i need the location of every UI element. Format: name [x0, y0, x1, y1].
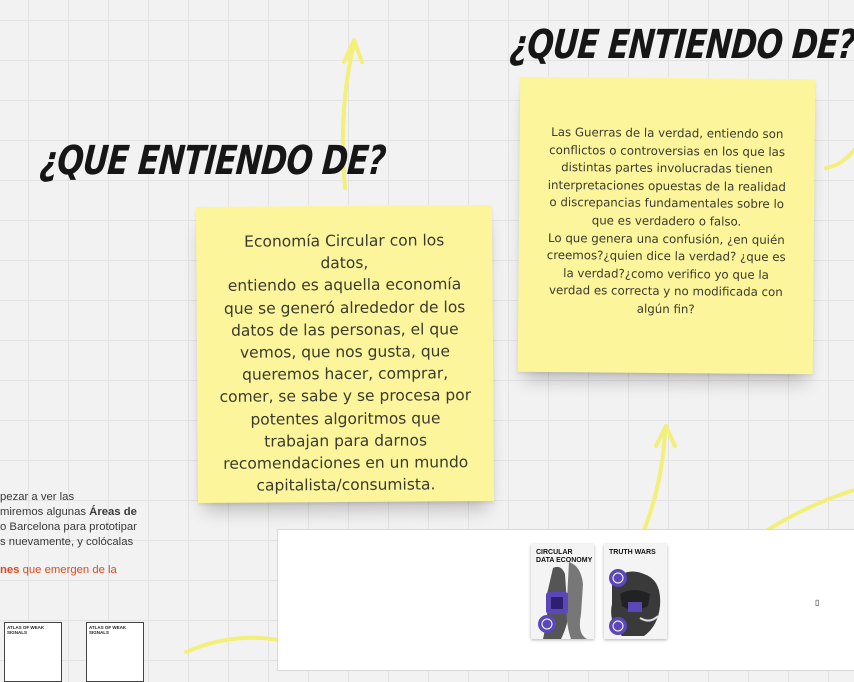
- instructions-accent-rest: que emergen de la: [19, 564, 117, 576]
- arrow-up-left-head: [342, 38, 364, 64]
- card-portrait-illustration: [609, 569, 661, 636]
- weak-signals-card[interactable]: ATLAS OF WEAK SIGNALS: [86, 622, 144, 682]
- sticky-note-text: Las Guerras de la verdad, entiendo son c…: [546, 124, 786, 317]
- sticky-note-text: Economía Circular con los datos, entiend…: [219, 231, 472, 495]
- card-title: CIRCULAR DATA ECONOMY: [536, 549, 593, 564]
- card-truth-wars[interactable]: TRUTH WARS: [604, 544, 667, 639]
- sticky-note-truth-wars[interactable]: Las Guerras de la verdad, entiendo son c…: [517, 76, 816, 375]
- instructions-line: s nuevamente, y colócalas: [0, 536, 134, 548]
- arrow-top-right: [824, 148, 854, 170]
- instructions-line-text: miremos algunas: [0, 506, 90, 518]
- instructions-line: miremos algunas Áreas de: [0, 505, 150, 520]
- weak-signals-card[interactable]: ATLAS OF WEAK SIGNALS: [4, 622, 62, 682]
- heading-que-entiendo-right: ¿QUE ENTIENDO DE?: [508, 22, 854, 68]
- instructions-text: pezar a ver las miremos algunas Áreas de…: [0, 490, 150, 578]
- arrow-up-mid-head: [654, 424, 677, 448]
- heading-que-entiendo-left: ¿QUE ENTIENDO DE?: [38, 138, 388, 184]
- sticky-note-circular-economy[interactable]: Economía Circular con los datos, entiend…: [195, 204, 495, 504]
- instructions-accent-text: nes: [0, 564, 20, 576]
- small-glyph: ▯: [815, 598, 820, 607]
- instructions-line: o Barcelona para prototipar: [0, 521, 137, 533]
- instructions-bold-text: Áreas de: [89, 506, 137, 518]
- card-title: TRUTH WARS: [609, 549, 656, 556]
- instructions-line: pezar a ver las: [0, 491, 75, 503]
- instructions-line: nes que emergen de la: [0, 563, 150, 578]
- card-circular-data-economy[interactable]: CIRCULAR DATA ECONOMY: [531, 544, 594, 639]
